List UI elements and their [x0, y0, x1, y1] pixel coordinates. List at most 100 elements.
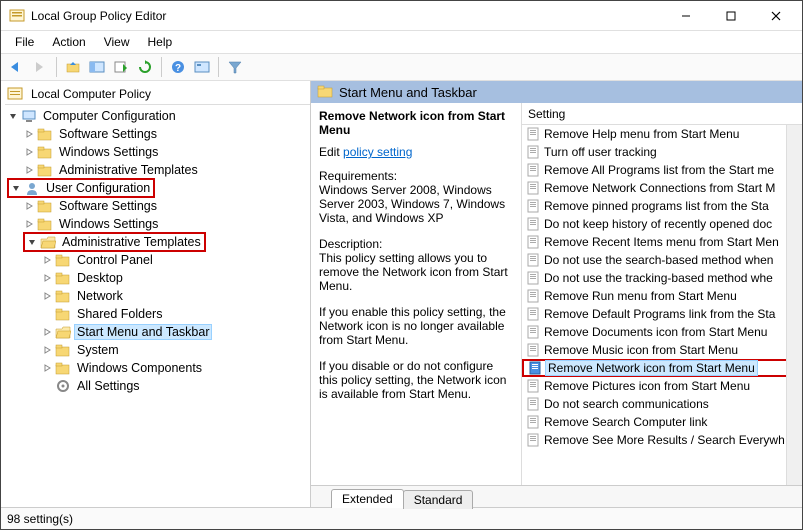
setting-row[interactable]: Remove Help menu from Start Menu	[522, 125, 802, 143]
folder-open-icon	[40, 234, 56, 250]
tree-node[interactable]: Desktop	[5, 269, 310, 287]
tree-node[interactable]: System	[5, 341, 310, 359]
back-button[interactable]	[5, 56, 27, 78]
tab-standard[interactable]: Standard	[403, 490, 474, 509]
menu-file[interactable]: File	[7, 33, 42, 51]
menu-action[interactable]: Action	[44, 33, 93, 51]
tree-node[interactable]: Windows Settings	[5, 143, 310, 161]
twisty-icon[interactable]	[41, 272, 53, 284]
tree-label[interactable]: Administrative Templates	[60, 235, 203, 249]
tree-label[interactable]: All Settings	[75, 379, 142, 393]
setting-row[interactable]: Remove pinned programs list from the Sta	[522, 197, 802, 215]
tree-node[interactable]: Computer Configuration	[5, 107, 310, 125]
setting-row[interactable]: Remove Search Computer link	[522, 413, 802, 431]
setting-row[interactable]: Remove All Programs list from the Start …	[522, 161, 802, 179]
tree[interactable]: Computer Configuration Software Settings W…	[5, 107, 310, 395]
maximize-button[interactable]	[708, 2, 753, 30]
tree-node[interactable]: Windows Settings	[5, 215, 310, 233]
twisty-icon[interactable]	[23, 128, 35, 140]
setting-row[interactable]: Do not search communications	[522, 395, 802, 413]
setting-row[interactable]: Remove Network Connections from Start M	[522, 179, 802, 197]
minimize-button[interactable]	[663, 2, 708, 30]
tree-node[interactable]: Software Settings	[5, 125, 310, 143]
menu-help[interactable]: Help	[140, 33, 181, 51]
policy-icon	[526, 253, 540, 267]
filter-button[interactable]	[224, 56, 246, 78]
help-button[interactable]: ?	[167, 56, 189, 78]
twisty-icon[interactable]	[26, 236, 38, 248]
twisty-icon[interactable]	[41, 326, 53, 338]
tree-label[interactable]: Start Menu and Taskbar	[75, 325, 211, 339]
setting-row[interactable]: Remove Music icon from Start Menu	[522, 341, 802, 359]
tree-root-label[interactable]: Local Computer Policy	[31, 87, 151, 101]
properties-button[interactable]	[191, 56, 213, 78]
status-text: 98 setting(s)	[7, 512, 73, 526]
tree-label[interactable]: Software Settings	[57, 127, 159, 141]
tree-node[interactable]: Windows Components	[5, 359, 310, 377]
settings-list-header[interactable]: Setting	[522, 103, 802, 125]
twisty-icon[interactable]	[41, 362, 53, 374]
tree-node[interactable]: Control Panel	[5, 251, 310, 269]
setting-row[interactable]: Do not use the tracking-based method whe	[522, 269, 802, 287]
setting-label: Remove Run menu from Start Menu	[544, 289, 737, 303]
tree-node[interactable]: Administrative Templates	[5, 161, 310, 179]
up-button[interactable]	[62, 56, 84, 78]
policy-icon	[528, 361, 542, 375]
tree-label[interactable]: Windows Components	[75, 361, 204, 375]
tree-label[interactable]: Network	[75, 289, 125, 303]
statusbar: 98 setting(s)	[1, 507, 802, 529]
setting-row[interactable]: Remove Pictures icon from Start Menu	[522, 377, 802, 395]
tree-label[interactable]: Shared Folders	[75, 307, 164, 321]
twisty-icon[interactable]	[7, 110, 19, 122]
setting-row[interactable]: Remove See More Results / Search Everywh	[522, 431, 802, 449]
tree-node[interactable]: Network	[5, 287, 310, 305]
show-hide-tree-button[interactable]	[86, 56, 108, 78]
tree-node[interactable]: User Configuration	[5, 179, 310, 197]
root-icon	[7, 86, 23, 102]
setting-row[interactable]: Do not keep history of recently opened d…	[522, 215, 802, 233]
menu-view[interactable]: View	[96, 33, 138, 51]
export-button[interactable]	[110, 56, 132, 78]
tree-label[interactable]: User Configuration	[44, 181, 152, 195]
tree-label[interactable]: Windows Settings	[57, 217, 160, 231]
scrollbar[interactable]	[786, 125, 802, 485]
setting-row[interactable]: Remove Default Programs link from the St…	[522, 305, 802, 323]
setting-label: Do not search communications	[544, 397, 709, 411]
tree-label[interactable]: Administrative Templates	[57, 163, 200, 177]
setting-row[interactable]: Remove Run menu from Start Menu	[522, 287, 802, 305]
tree-label[interactable]: Desktop	[75, 271, 125, 285]
tree-label[interactable]: Computer Configuration	[41, 109, 178, 123]
tree-node[interactable]: All Settings	[5, 377, 310, 395]
setting-row[interactable]: Remove Network icon from Start Menu	[522, 359, 802, 377]
tree-label[interactable]: System	[75, 343, 121, 357]
policy-icon	[526, 289, 540, 303]
computer-icon	[21, 108, 37, 124]
tab-extended[interactable]: Extended	[331, 489, 404, 508]
refresh-button[interactable]	[134, 56, 156, 78]
tree-node[interactable]: Shared Folders	[5, 305, 310, 323]
tree-node[interactable]: Software Settings	[5, 197, 310, 215]
twisty-icon[interactable]	[23, 146, 35, 158]
setting-row[interactable]: Do not use the search-based method when	[522, 251, 802, 269]
twisty-icon[interactable]	[41, 254, 53, 266]
tree-label[interactable]: Control Panel	[75, 253, 155, 267]
setting-row[interactable]: Turn off user tracking	[522, 143, 802, 161]
twisty-icon[interactable]	[23, 218, 35, 230]
setting-row[interactable]: Remove Recent Items menu from Start Men	[522, 233, 802, 251]
twisty-icon[interactable]	[23, 200, 35, 212]
twisty-icon[interactable]	[10, 182, 22, 194]
forward-button[interactable]	[29, 56, 51, 78]
setting-label: Remove Network Connections from Start M	[544, 181, 775, 195]
close-button[interactable]	[753, 2, 798, 30]
tree-label[interactable]: Windows Settings	[57, 145, 160, 159]
tree-label[interactable]: Software Settings	[57, 199, 159, 213]
policy-setting-link[interactable]: policy setting	[343, 145, 412, 159]
setting-label: Remove All Programs list from the Start …	[544, 163, 774, 177]
tree-node[interactable]: Start Menu and Taskbar	[5, 323, 310, 341]
twisty-icon[interactable]	[41, 344, 53, 356]
setting-row[interactable]: Remove Documents icon from Start Menu	[522, 323, 802, 341]
twisty-icon[interactable]	[41, 290, 53, 302]
twisty-icon[interactable]	[23, 164, 35, 176]
tree-node[interactable]: Administrative Templates	[5, 233, 310, 251]
twisty-icon	[41, 308, 53, 320]
